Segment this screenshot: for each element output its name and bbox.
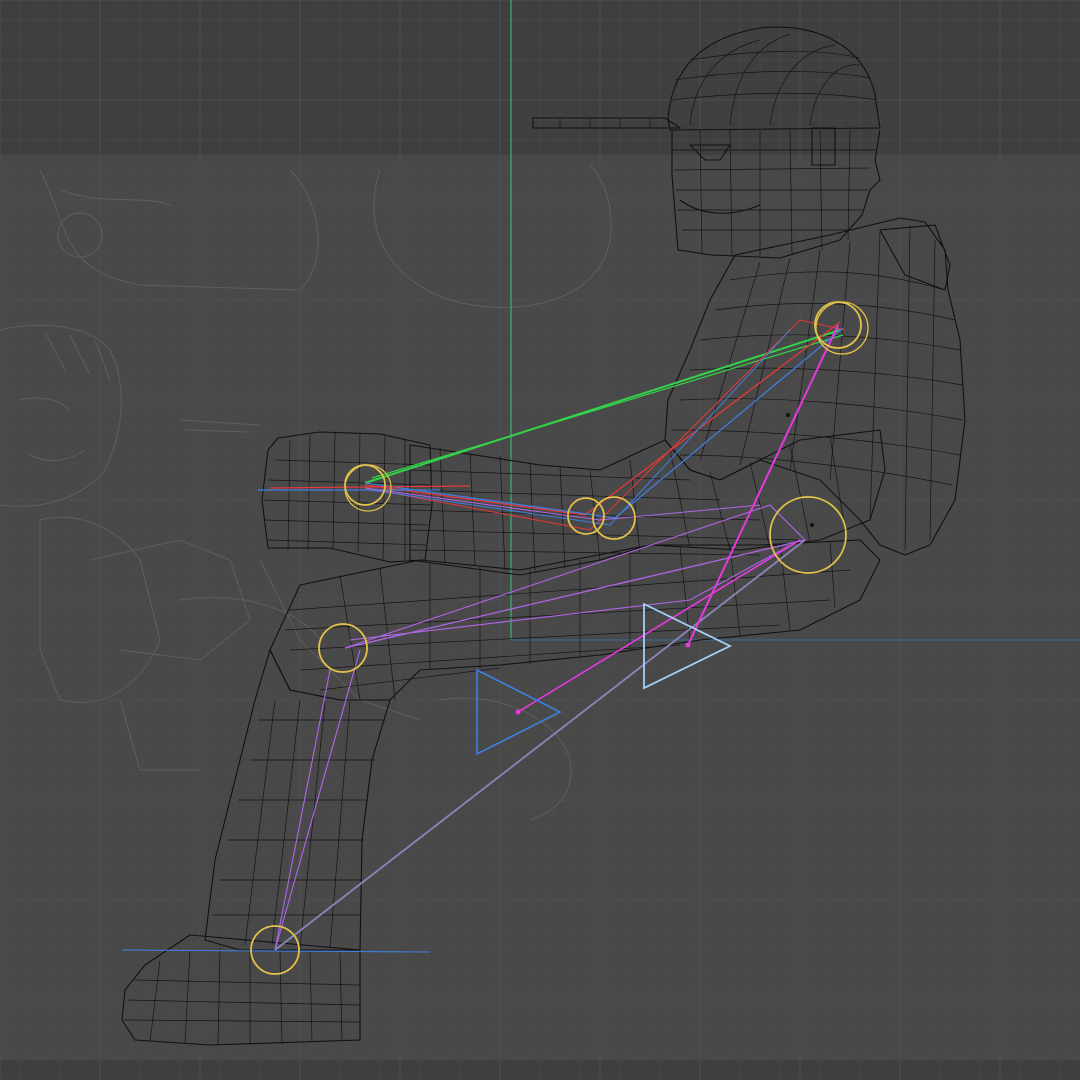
cap-mesh — [532, 26, 881, 131]
3d-viewport[interactable] — [0, 0, 1080, 1080]
viewport-canvas[interactable] — [0, 0, 1080, 1080]
